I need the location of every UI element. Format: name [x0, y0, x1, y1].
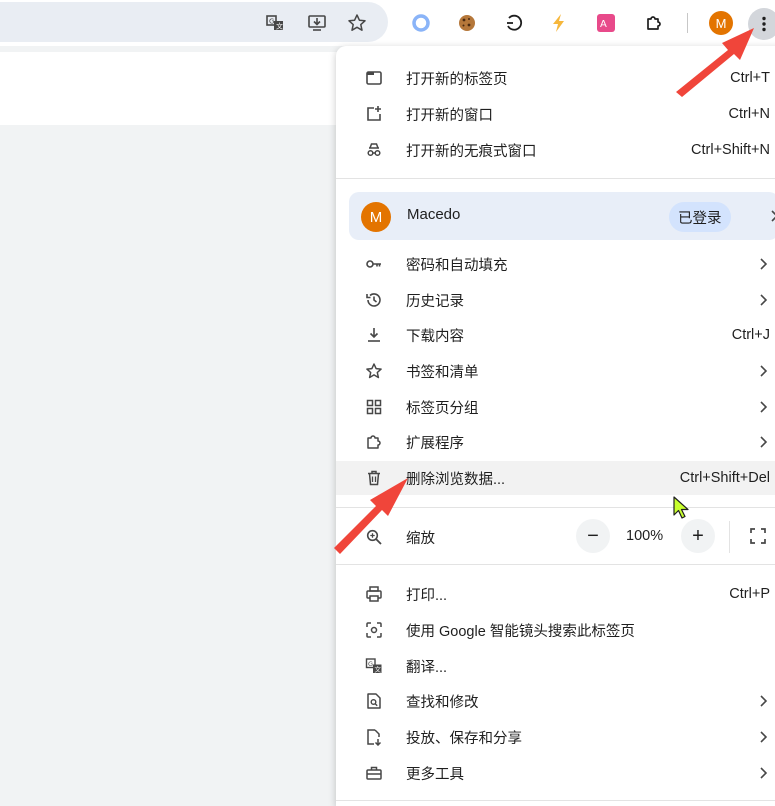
- chevron-right-icon: [760, 767, 768, 779]
- extension-circle-icon[interactable]: [407, 9, 435, 37]
- menu-item-shortcut: Ctrl+N: [728, 106, 771, 122]
- menu-item-label: 更多工具: [406, 766, 464, 783]
- chevron-right-icon: [760, 695, 768, 707]
- chevron-right-icon: [760, 436, 768, 448]
- menu-item-cast-save-share[interactable]: 投放、保存和分享: [336, 720, 775, 754]
- menu-item-label: 打开新的窗口: [406, 107, 493, 124]
- menu-item-label: 扩展程序: [406, 435, 464, 452]
- chevron-right-icon: [760, 731, 768, 743]
- menu-item-label: 投放、保存和分享: [406, 730, 522, 747]
- svg-text:文: 文: [375, 665, 382, 674]
- menu-item-label: 下载内容: [406, 328, 464, 345]
- zoom-separator: [729, 521, 730, 553]
- menu-item-extensions[interactable]: 扩展程序: [336, 425, 775, 459]
- zoom-in-button[interactable]: +: [681, 519, 715, 553]
- fullscreen-button[interactable]: [741, 519, 775, 553]
- profile-avatar-large: M: [361, 202, 391, 232]
- menu-item-shortcut: Ctrl+Shift+Del: [679, 470, 770, 486]
- install-app-icon[interactable]: [303, 9, 331, 37]
- google-lens-icon: [364, 620, 384, 640]
- browser-toolbar: G文 A M: [0, 0, 775, 46]
- find-page-icon: [364, 691, 384, 711]
- menu-profile-row[interactable]: M Macedo 已登录: [349, 192, 775, 240]
- menu-item-label: 书签和清单: [406, 364, 479, 381]
- menu-item-label: 使用 Google 智能镜头搜索此标签页: [406, 623, 635, 640]
- incognito-icon: [364, 140, 384, 160]
- menu-item-google-lens[interactable]: 使用 Google 智能镜头搜索此标签页: [336, 613, 775, 647]
- menu-item-label: 翻译...: [406, 659, 448, 676]
- menu-item-shortcut: Ctrl+Shift+N: [691, 142, 770, 158]
- menu-item-downloads[interactable]: 下载内容 Ctrl+J: [336, 318, 775, 352]
- menu-item-label: 打开新的标签页: [406, 71, 508, 88]
- profile-name: Macedo: [407, 206, 461, 223]
- menu-item-label: 查找和修改: [406, 694, 479, 711]
- chevron-right-icon: [760, 401, 768, 413]
- menu-item-more-tools[interactable]: 更多工具: [336, 756, 775, 790]
- menu-item-label: 历史记录: [406, 293, 464, 310]
- menu-item-incognito[interactable]: 打开新的无痕式窗口 Ctrl+Shift+N: [336, 133, 775, 167]
- menu-item-label: 打印...: [406, 587, 448, 604]
- menu-item-label: 删除浏览数据...: [406, 471, 506, 488]
- menu-item-label: 打开新的无痕式窗口: [406, 143, 537, 160]
- page-content-strip: [0, 52, 340, 125]
- signed-in-badge: 已登录: [669, 202, 731, 232]
- fullscreen-icon: [750, 528, 766, 544]
- menu-item-label: 标签页分组: [406, 400, 479, 417]
- svg-text:文: 文: [276, 22, 283, 31]
- chevron-right-icon: [760, 294, 768, 306]
- menu-item-new-window[interactable]: 打开新的窗口 Ctrl+N: [336, 97, 775, 131]
- pink-translate-extension-icon[interactable]: A: [592, 9, 620, 37]
- tab-groups-grid-icon: [364, 397, 384, 417]
- menu-item-history[interactable]: 历史记录: [336, 283, 775, 317]
- toolbox-icon: [364, 763, 384, 783]
- history-icon: [364, 290, 384, 310]
- translate-icon: G文: [364, 656, 384, 676]
- menu-item-bookmarks[interactable]: 书签和清单: [336, 354, 775, 388]
- download-icon: [364, 325, 384, 345]
- save-share-icon: [364, 727, 384, 747]
- menu-divider: [336, 564, 775, 565]
- svg-text:G: G: [368, 660, 373, 668]
- svg-text:G: G: [269, 18, 274, 26]
- zoom-out-button[interactable]: −: [576, 519, 610, 553]
- menu-item-find-and-edit[interactable]: 查找和修改: [336, 684, 775, 718]
- chevron-right-icon: [771, 210, 775, 222]
- lightning-extension-icon[interactable]: [545, 9, 573, 37]
- menu-item-translate[interactable]: G文 翻译...: [336, 649, 775, 683]
- bookmark-star-icon[interactable]: [343, 9, 371, 37]
- menu-item-print[interactable]: 打印... Ctrl+P: [336, 577, 775, 611]
- menu-item-passwords[interactable]: 密码和自动填充: [336, 247, 775, 281]
- cookie-extension-icon[interactable]: [453, 9, 481, 37]
- zoom-level: 100%: [626, 528, 664, 544]
- menu-divider: [336, 800, 775, 801]
- svg-text:A: A: [600, 19, 607, 30]
- chevron-right-icon: [760, 365, 768, 377]
- menu-item-shortcut: Ctrl+J: [731, 327, 770, 343]
- menu-item-tab-groups[interactable]: 标签页分组: [336, 390, 775, 424]
- chevron-right-icon: [760, 258, 768, 270]
- new-window-icon: [364, 104, 384, 124]
- menu-item-label: 密码和自动填充: [406, 257, 508, 274]
- printer-icon: [364, 584, 384, 604]
- puzzle-icon: [364, 432, 384, 452]
- translate-icon[interactable]: G文: [261, 9, 289, 37]
- chrome-main-menu: 打开新的标签页 Ctrl+T 打开新的窗口 Ctrl+N 打开新的无痕式窗口 C…: [336, 46, 775, 806]
- annotation-arrow-top: [676, 28, 754, 97]
- star-icon: [364, 361, 384, 381]
- timer-extension-icon[interactable]: [500, 9, 528, 37]
- menu-item-shortcut: Ctrl+P: [729, 586, 770, 602]
- annotation-arrow-middle: [334, 478, 408, 554]
- mouse-cursor-icon: [673, 496, 689, 519]
- key-icon: [364, 254, 384, 274]
- extensions-puzzle-icon[interactable]: [640, 9, 668, 37]
- new-tab-icon: [364, 68, 384, 88]
- menu-divider: [336, 178, 775, 179]
